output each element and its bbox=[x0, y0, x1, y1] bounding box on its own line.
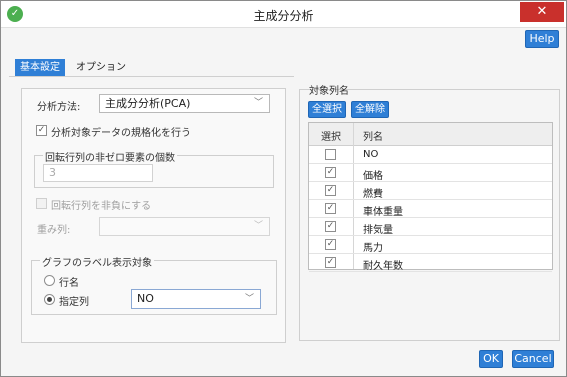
checkmark-icon: ✓ bbox=[326, 239, 335, 249]
cancel-button[interactable]: Cancel bbox=[512, 350, 554, 368]
label-column-value: NO bbox=[137, 292, 154, 305]
graph-label-legend: グラフのラベル表示対象 bbox=[40, 254, 154, 269]
tab-options[interactable]: オプション bbox=[76, 59, 126, 76]
table-row[interactable]: ✓ 燃費 bbox=[309, 182, 552, 200]
checkmark-icon: ✓ bbox=[326, 167, 335, 177]
checkmark-icon: ✓ bbox=[326, 257, 335, 267]
weight-column-label: 重み列: bbox=[37, 225, 71, 236]
nonzero-count-value: 3 bbox=[49, 166, 56, 179]
normalize-label: 分析対象データの規格化を行う bbox=[51, 128, 191, 139]
checkmark-icon: ✓ bbox=[326, 221, 335, 231]
chevron-down-icon: ﹀ bbox=[253, 221, 263, 231]
dialog-window: ✓ 主成分分析 ✕ Help 基本設定 オプション 分析方法: 主成分分析(PC… bbox=[0, 0, 567, 377]
weight-column-select[interactable]: ﹀ bbox=[99, 217, 270, 236]
row-checkbox[interactable] bbox=[325, 149, 336, 160]
checkmark-icon: ✓ bbox=[326, 185, 335, 195]
target-columns-table: 選択 列名 NO ✓ 価格 ✓ 燃費 ✓ 車体重量 ✓ 排気量 ✓ 馬力 ✓ 耐… bbox=[308, 122, 553, 272]
nonnegative-label: 回転行列を非負にする bbox=[51, 201, 152, 212]
row-name-radio[interactable] bbox=[44, 275, 55, 286]
table-header: 選択 列名 bbox=[309, 123, 552, 146]
table-row[interactable]: ✓ 価格 bbox=[309, 164, 552, 182]
checkmark-icon: ✓ bbox=[326, 203, 335, 213]
nonnegative-checkbox[interactable] bbox=[36, 198, 47, 209]
tab-basic-settings[interactable]: 基本設定 bbox=[15, 59, 65, 76]
table-row[interactable]: ✓ 耐久年数 bbox=[309, 254, 552, 272]
header-select: 選択 bbox=[321, 132, 341, 143]
column-radio-label: 指定列 bbox=[59, 297, 89, 308]
tab-divider bbox=[9, 76, 294, 77]
column-radio[interactable] bbox=[44, 294, 55, 305]
label-column-select[interactable]: NO ﹀ bbox=[131, 289, 261, 309]
close-button[interactable]: ✕ bbox=[520, 2, 564, 22]
row-column-name: NO bbox=[363, 149, 379, 160]
row-column-name: 燃費 bbox=[363, 189, 383, 200]
method-select[interactable]: 主成分分析(PCA) ﹀ bbox=[99, 94, 270, 113]
table-row[interactable]: ✓ 車体重量 bbox=[309, 200, 552, 218]
row-column-name: 馬力 bbox=[363, 243, 383, 254]
row-checkbox[interactable]: ✓ bbox=[325, 257, 336, 268]
close-icon: ✕ bbox=[536, 4, 548, 19]
table-row[interactable]: ✓ 排気量 bbox=[309, 218, 552, 236]
table-row[interactable]: NO bbox=[309, 146, 552, 164]
method-select-value: 主成分分析(PCA) bbox=[105, 97, 191, 110]
row-name-radio-label: 行名 bbox=[59, 278, 79, 289]
table-row[interactable]: ✓ 馬力 bbox=[309, 236, 552, 254]
row-checkbox[interactable]: ✓ bbox=[325, 185, 336, 196]
row-checkbox[interactable]: ✓ bbox=[325, 203, 336, 214]
target-columns-legend: 対象列名 bbox=[309, 86, 349, 97]
title-bar: ✓ 主成分分析 ✕ bbox=[1, 1, 566, 28]
nonzero-count-legend: 回転行列の非ゼロ要素の個数 bbox=[43, 149, 177, 164]
clear-all-button[interactable]: 全解除 bbox=[351, 101, 389, 118]
select-all-button[interactable]: 全選択 bbox=[308, 101, 346, 118]
method-label: 分析方法: bbox=[37, 102, 81, 113]
row-column-name: 車体重量 bbox=[363, 207, 403, 218]
nonzero-count-spinner[interactable]: 3 bbox=[43, 164, 153, 182]
row-checkbox[interactable]: ✓ bbox=[325, 239, 336, 250]
checkmark-icon: ✓ bbox=[37, 125, 46, 135]
row-column-name: 排気量 bbox=[363, 225, 393, 236]
row-column-name: 価格 bbox=[363, 171, 383, 182]
window-title: 主成分分析 bbox=[253, 9, 314, 23]
ok-button[interactable]: OK bbox=[479, 350, 503, 368]
row-checkbox[interactable]: ✓ bbox=[325, 221, 336, 232]
chevron-down-icon: ﹀ bbox=[253, 98, 263, 108]
help-button[interactable]: Help bbox=[525, 30, 559, 48]
chevron-down-icon: ﹀ bbox=[244, 294, 254, 304]
row-checkbox[interactable]: ✓ bbox=[325, 167, 336, 178]
normalize-checkbox[interactable]: ✓ bbox=[36, 125, 47, 136]
row-column-name: 耐久年数 bbox=[363, 261, 403, 272]
header-column-name: 列名 bbox=[363, 132, 383, 143]
